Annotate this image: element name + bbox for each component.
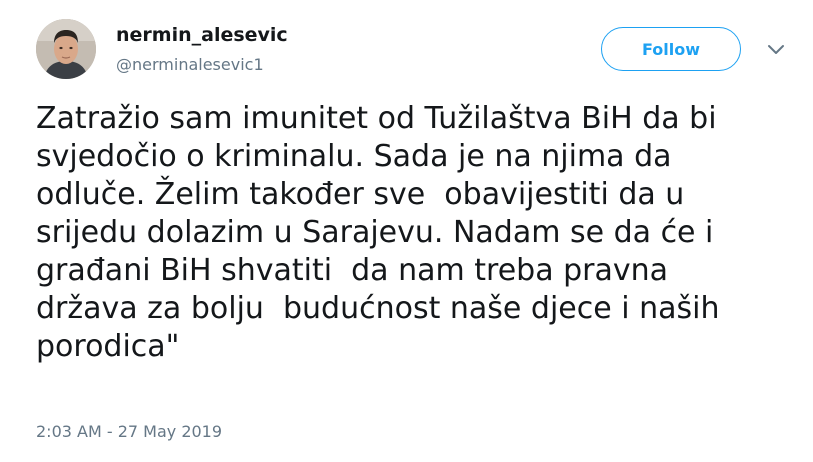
tweet-text-line: porodica"	[36, 329, 180, 364]
tweet-text-line: Zatražio sam imunitet od Tužilaštva BiH …	[36, 101, 717, 136]
tweet-text-line: država za bolju budućnost naše djece i n…	[36, 291, 720, 326]
tweet-card: nermin_alesevic @nerminalesevic1 Follow …	[0, 0, 813, 462]
tweet-text-line: svjedočio o kriminalu. Sada je na njima …	[36, 139, 672, 174]
tweet-text-line: građani BiH shvatiti da nam treba pravna	[36, 253, 669, 288]
tweet-text-line: odluče. Želim također sve obavijestiti d…	[36, 177, 685, 212]
avatar[interactable]	[36, 19, 96, 79]
tweet-text: Zatražio sam imunitet od Tužilaštva BiH …	[36, 100, 806, 366]
tweet-text-line: srijedu dolazim u Sarajevu. Nadam se da …	[36, 215, 714, 250]
display-name[interactable]: nermin_alesevic	[116, 24, 288, 46]
avatar-photo	[36, 19, 96, 79]
tweet-timestamp[interactable]: 2:03 AM - 27 May 2019	[36, 422, 222, 441]
user-handle[interactable]: @nerminalesevic1	[116, 55, 264, 74]
chevron-down-icon[interactable]	[765, 41, 787, 57]
follow-button[interactable]: Follow	[601, 27, 741, 71]
